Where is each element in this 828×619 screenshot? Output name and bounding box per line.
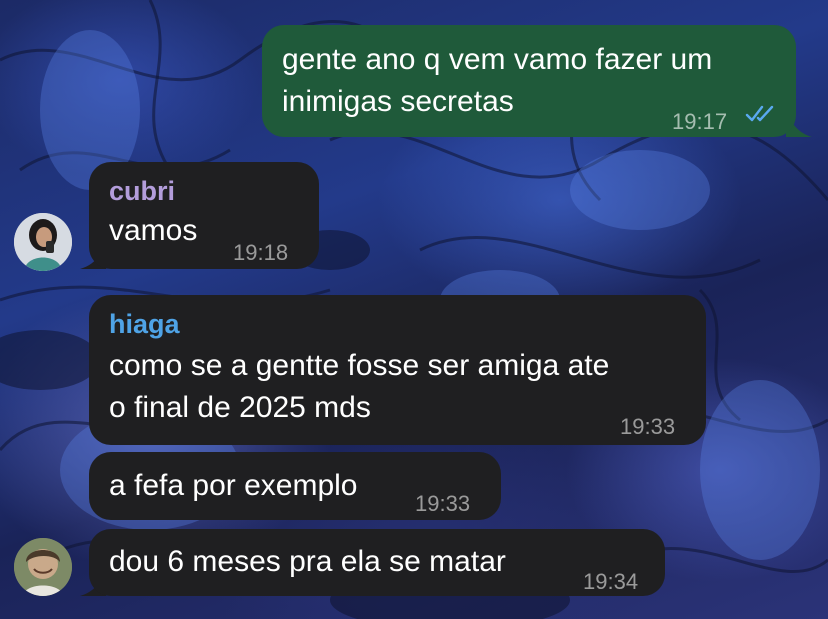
- incoming-message-bubble[interactable]: cubri vamos 19:18: [89, 162, 319, 269]
- message-timestamp: 19:33: [620, 414, 676, 439]
- sender-name[interactable]: cubri: [109, 174, 299, 208]
- message-timestamp: 19:18: [233, 240, 289, 265]
- message-text-line: o final de 2025 mds: [109, 391, 371, 424]
- outgoing-message-bubble[interactable]: gente ano q vem vamo fazer um inimigas s…: [262, 25, 796, 137]
- double-check-icon: [745, 105, 774, 122]
- message-timestamp: 19:34: [583, 569, 639, 594]
- incoming-message-bubble[interactable]: dou 6 meses pra ela se matar 19:34: [89, 529, 665, 596]
- avatar-cubri[interactable]: [14, 213, 72, 271]
- incoming-message-bubble[interactable]: hiaga como se a gentte fosse ser amiga a…: [89, 295, 706, 445]
- avatar-hiaga[interactable]: [14, 538, 72, 596]
- sender-name[interactable]: hiaga: [109, 307, 686, 341]
- message-text: dou 6 meses pra ela se matar: [109, 545, 506, 578]
- message-timestamp: 19:33: [415, 491, 471, 516]
- message-timestamp: 19:17: [672, 109, 728, 134]
- incoming-message-bubble[interactable]: a fefa por exemplo 19:33: [89, 452, 501, 520]
- message-text-line: como se a gentte fosse ser amiga ate: [109, 349, 610, 382]
- message-text-line: gente ano q vem vamo fazer um: [282, 43, 713, 76]
